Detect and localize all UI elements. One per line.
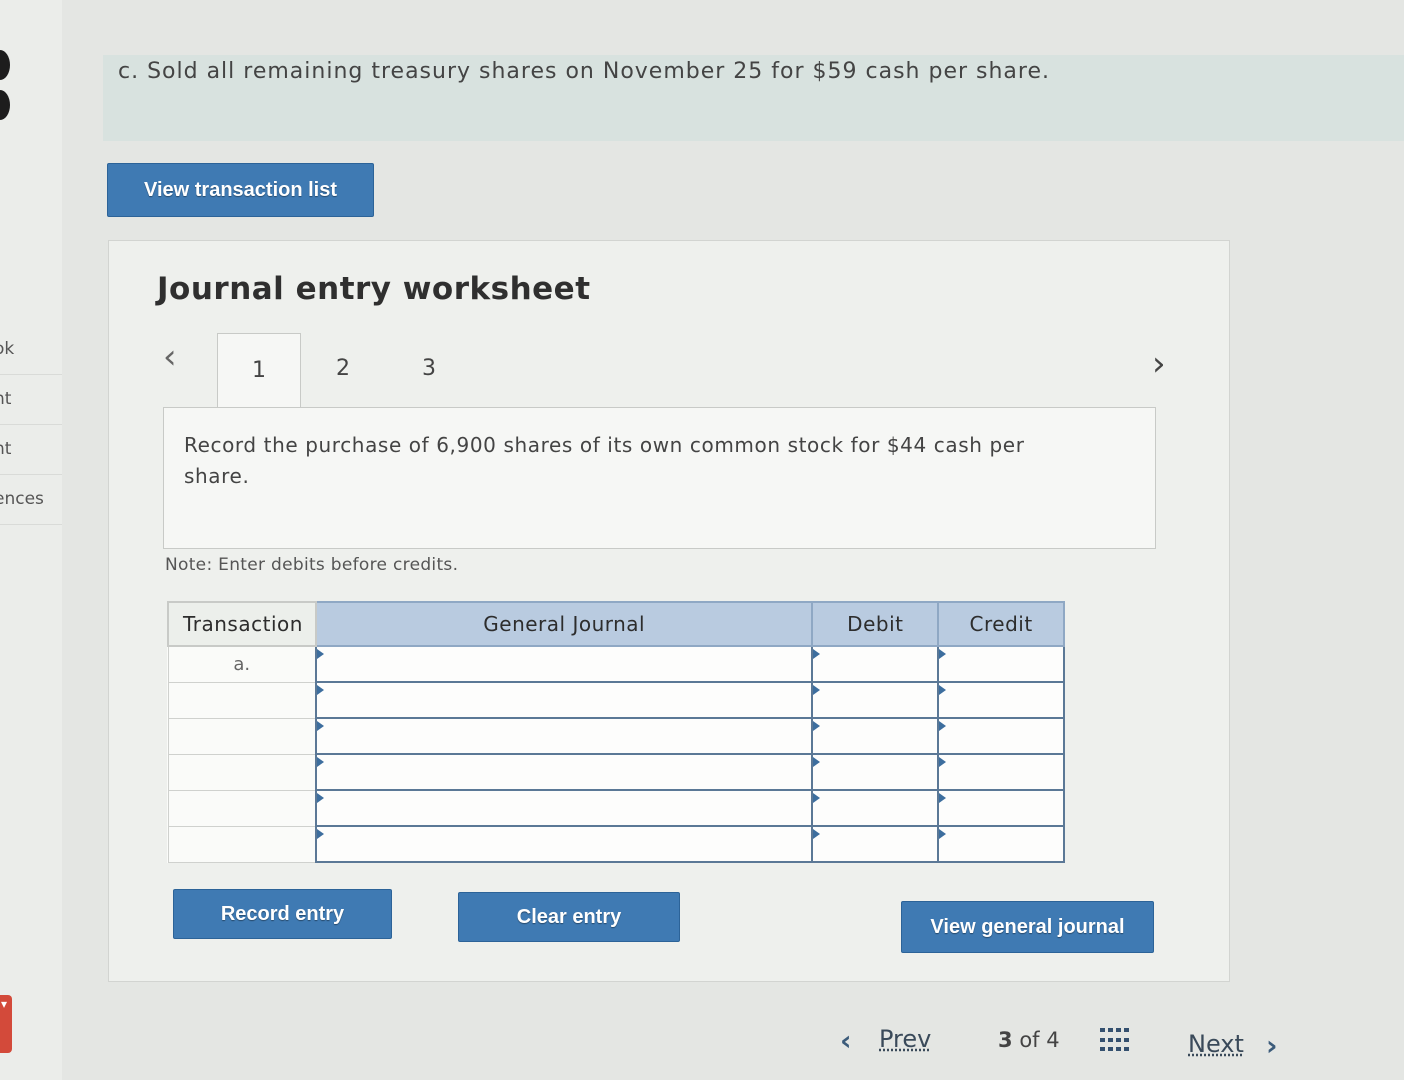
grid-icon[interactable] xyxy=(1100,1028,1130,1054)
table-row xyxy=(167,753,1065,791)
transaction-cell xyxy=(167,825,317,863)
red-side-tab[interactable]: ▾ xyxy=(0,995,12,1053)
left-sidebar: ok nt nt ences ▾ xyxy=(0,0,62,1080)
side-nav-item[interactable]: nt xyxy=(0,425,62,475)
note-text: Note: Enter debits before credits. xyxy=(165,555,459,575)
table-header-row: Transaction General Journal Debit Credit xyxy=(167,601,1065,647)
pager: ‹ Prev 3 of 4 Next › xyxy=(830,1020,1404,1070)
dropdown-marker-icon xyxy=(939,793,947,803)
dropdown-marker-icon xyxy=(939,829,947,839)
credit-input[interactable] xyxy=(937,789,1065,827)
debit-input[interactable] xyxy=(811,789,940,827)
transaction-cell xyxy=(167,717,317,755)
general-journal-input[interactable] xyxy=(314,789,814,827)
table-row: a. xyxy=(167,645,1065,683)
chevron-right-icon[interactable]: › xyxy=(1266,1029,1278,1062)
chevron-left-icon[interactable]: ‹ xyxy=(840,1024,852,1057)
transaction-prompt-banner: c. Sold all remaining treasury shares on… xyxy=(103,55,1404,141)
dropdown-marker-icon xyxy=(939,649,947,659)
next-link[interactable]: Next xyxy=(1188,1030,1244,1058)
credit-input[interactable] xyxy=(937,645,1065,683)
credit-input[interactable] xyxy=(937,753,1065,791)
debit-input[interactable] xyxy=(811,825,940,863)
worksheet-title: Journal entry worksheet xyxy=(157,271,591,307)
table-row xyxy=(167,789,1065,827)
general-journal-input[interactable] xyxy=(314,645,814,683)
table-row xyxy=(167,825,1065,863)
dropdown-marker-icon xyxy=(316,721,324,731)
debit-input[interactable] xyxy=(811,645,940,683)
tab-2[interactable]: 2 xyxy=(301,333,385,403)
current-page: 3 xyxy=(998,1028,1013,1052)
general-journal-input[interactable] xyxy=(314,825,814,863)
dropdown-marker-icon xyxy=(939,757,947,767)
credit-input[interactable] xyxy=(937,717,1065,755)
total-pages: 4 xyxy=(1046,1028,1060,1052)
dropdown-marker-icon xyxy=(813,757,821,767)
transaction-cell: a. xyxy=(167,645,317,683)
dropdown-marker-icon xyxy=(813,685,821,695)
instruction-box: Record the purchase of 6,900 shares of i… xyxy=(163,407,1156,549)
dropdown-marker-icon xyxy=(316,685,324,695)
dropdown-marker-icon xyxy=(316,829,324,839)
dot-decoration xyxy=(0,90,10,120)
instruction-text: Record the purchase of 6,900 shares of i… xyxy=(184,433,1025,488)
tab-prev-chevron-left-icon[interactable]: ‹ xyxy=(163,337,177,377)
page-of-label: of xyxy=(1019,1028,1040,1052)
general-journal-input[interactable] xyxy=(314,717,814,755)
debit-input[interactable] xyxy=(811,753,940,791)
dot-decoration xyxy=(0,50,10,80)
table-row xyxy=(167,681,1065,719)
dropdown-marker-icon xyxy=(316,649,324,659)
transaction-cell xyxy=(167,681,317,719)
credit-input[interactable] xyxy=(937,681,1065,719)
journal-entry-worksheet: Journal entry worksheet ‹ 1 2 3 › Record… xyxy=(108,240,1230,982)
tab-next-chevron-right-icon[interactable]: › xyxy=(1152,344,1166,384)
red-tab-icon: ▾ xyxy=(1,997,8,1011)
view-general-journal-button[interactable]: View general journal xyxy=(901,901,1154,953)
general-journal-input[interactable] xyxy=(314,753,814,791)
journal-table: Transaction General Journal Debit Credit… xyxy=(167,601,1065,863)
dropdown-marker-icon xyxy=(316,793,324,803)
dropdown-marker-icon xyxy=(813,649,821,659)
transaction-cell xyxy=(167,789,317,827)
dropdown-marker-icon xyxy=(316,757,324,767)
credit-input[interactable] xyxy=(937,825,1065,863)
header-credit: Credit xyxy=(937,601,1065,647)
side-nav-item[interactable]: ences xyxy=(0,475,62,525)
side-nav-item[interactable]: ok xyxy=(0,325,62,375)
header-debit: Debit xyxy=(811,601,940,647)
dropdown-marker-icon xyxy=(813,829,821,839)
prev-link[interactable]: Prev xyxy=(879,1025,931,1053)
clear-entry-button[interactable]: Clear entry xyxy=(458,892,680,942)
transaction-prompt-text: c. Sold all remaining treasury shares on… xyxy=(118,59,1051,84)
dropdown-marker-icon xyxy=(939,721,947,731)
side-nav: ok nt nt ences xyxy=(0,325,62,525)
dropdown-marker-icon xyxy=(939,685,947,695)
dropdown-marker-icon xyxy=(813,721,821,731)
page-indicator: 3 of 4 xyxy=(998,1028,1060,1052)
dropdown-marker-icon xyxy=(813,793,821,803)
transaction-cell xyxy=(167,753,317,791)
debit-input[interactable] xyxy=(811,681,940,719)
table-row xyxy=(167,717,1065,755)
tab-3[interactable]: 3 xyxy=(387,333,471,403)
header-general-journal: General Journal xyxy=(314,601,814,647)
debit-input[interactable] xyxy=(811,717,940,755)
side-nav-item[interactable]: nt xyxy=(0,375,62,425)
general-journal-input[interactable] xyxy=(314,681,814,719)
record-entry-button[interactable]: Record entry xyxy=(173,889,392,939)
view-transaction-list-button[interactable]: View transaction list xyxy=(107,163,374,217)
tab-1[interactable]: 1 xyxy=(217,333,301,407)
header-transaction: Transaction xyxy=(167,601,317,647)
